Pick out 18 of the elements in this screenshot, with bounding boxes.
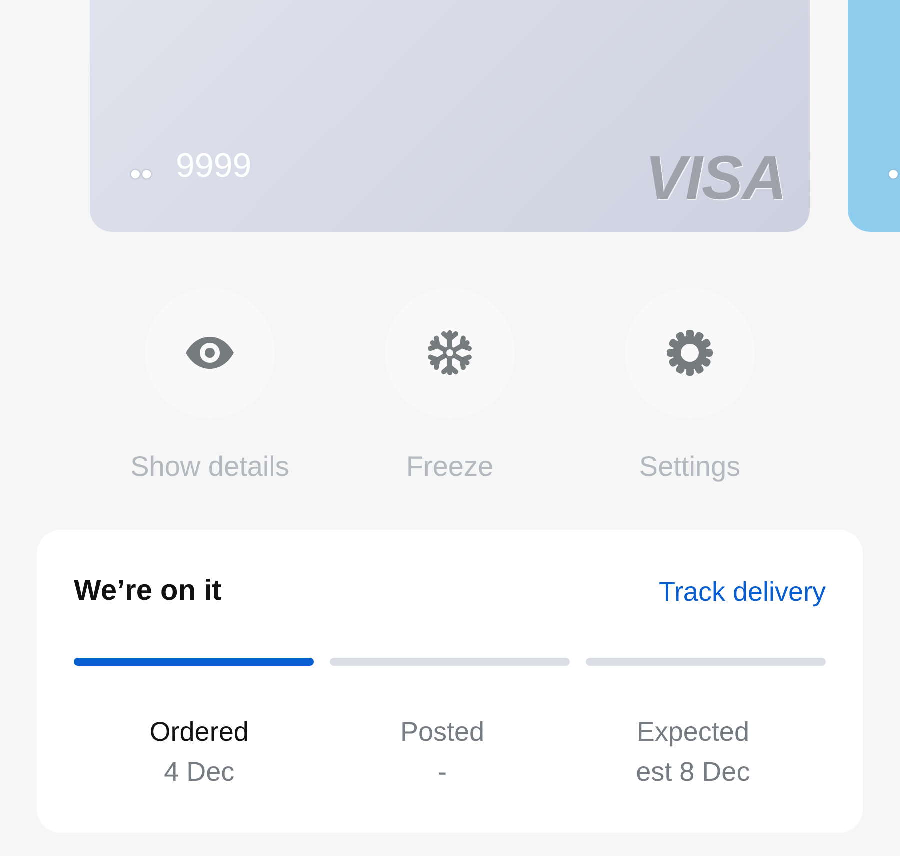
step-label: Expected (636, 716, 750, 749)
eye-icon (186, 337, 234, 369)
track-delivery-link[interactable]: Track delivery (658, 572, 826, 612)
snowflake-icon (426, 329, 474, 377)
step-label: Posted (400, 716, 485, 748)
settings-icon (666, 329, 714, 377)
masked-digits: • (888, 158, 900, 190)
masked-digits: •• (130, 158, 152, 190)
step-date: - (438, 756, 447, 789)
payment-card[interactable]: • (848, 0, 900, 232)
delivery-title: We’re on it (74, 574, 222, 609)
step-date: 4 Dec (164, 756, 235, 789)
card-network-logo: VISA (645, 148, 786, 210)
action-label: Freeze (406, 450, 494, 484)
step-label: Ordered (150, 716, 249, 748)
action-label: Show details (130, 450, 290, 484)
action-label: Settings (639, 450, 741, 484)
step-date: est 8 Dec (636, 756, 750, 789)
